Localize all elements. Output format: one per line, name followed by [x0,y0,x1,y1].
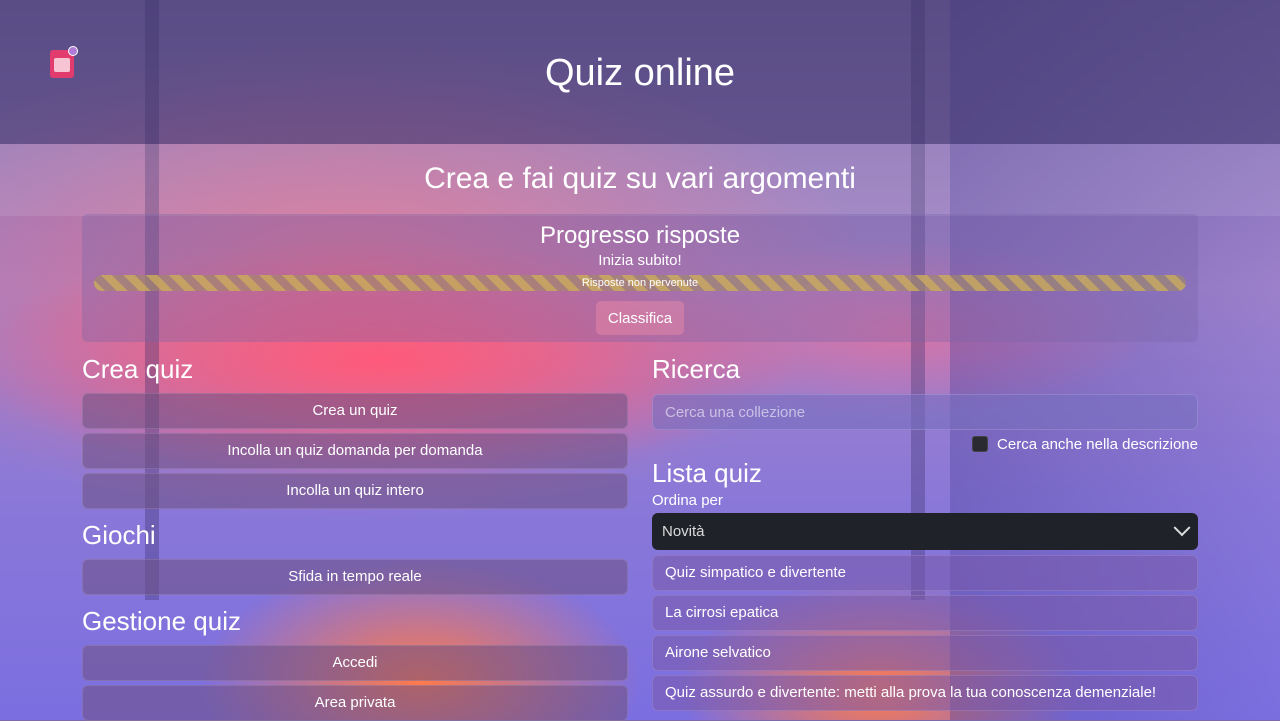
search-description-option[interactable]: Cerca anche nella descrizione [966,434,1198,454]
private-area-button[interactable]: Area privata [82,685,628,721]
search-description-label: Cerca anche nella descrizione [997,435,1198,453]
create-quiz-heading: Crea quiz [82,354,194,384]
manage-quiz-heading: Gestione quiz [82,606,241,636]
site-title: Quiz online [544,52,736,94]
site-header: Quiz online [0,0,1280,144]
progress-card: Progresso risposte Inizia subito! Rispos… [82,214,1198,342]
sort-select-value: Novità [662,523,705,540]
progress-title: Progresso risposte [539,222,741,249]
quiz-list-item[interactable]: Quiz assurdo e divertente: metti alla pr… [652,675,1198,711]
search-input[interactable] [652,394,1198,430]
sort-label: Ordina per [652,492,723,509]
quiz-list-item[interactable]: La cirrosi epatica [652,595,1198,631]
create-quiz-button[interactable]: Crea un quiz [82,393,628,429]
sort-select[interactable]: Novità [652,513,1198,550]
quiz-list-heading: Lista quiz [652,458,762,488]
games-heading: Giochi [82,520,156,550]
ranking-button[interactable]: Classifica [596,301,684,335]
progress-subtitle: Inizia subito! [598,252,682,269]
search-description-checkbox[interactable] [972,436,989,452]
progress-bar-text: Risposte non pervenute [581,277,699,289]
realtime-challenge-button[interactable]: Sfida in tempo reale [82,559,628,595]
page-subtitle: Crea e fai quiz su vari argomenti [424,162,856,195]
search-heading: Ricerca [652,354,741,384]
login-button[interactable]: Accedi [82,645,628,681]
quiz-list-item[interactable]: Quiz simpatico e divertente [652,555,1198,591]
paste-question-by-question-button[interactable]: Incolla un quiz domanda per domanda [82,433,628,469]
chevron-down-icon [1173,518,1191,536]
progress-bar: Risposte non pervenute [94,275,1186,291]
paste-whole-quiz-button[interactable]: Incolla un quiz intero [82,473,628,509]
quiz-list-item[interactable]: Airone selvatico [652,635,1198,671]
